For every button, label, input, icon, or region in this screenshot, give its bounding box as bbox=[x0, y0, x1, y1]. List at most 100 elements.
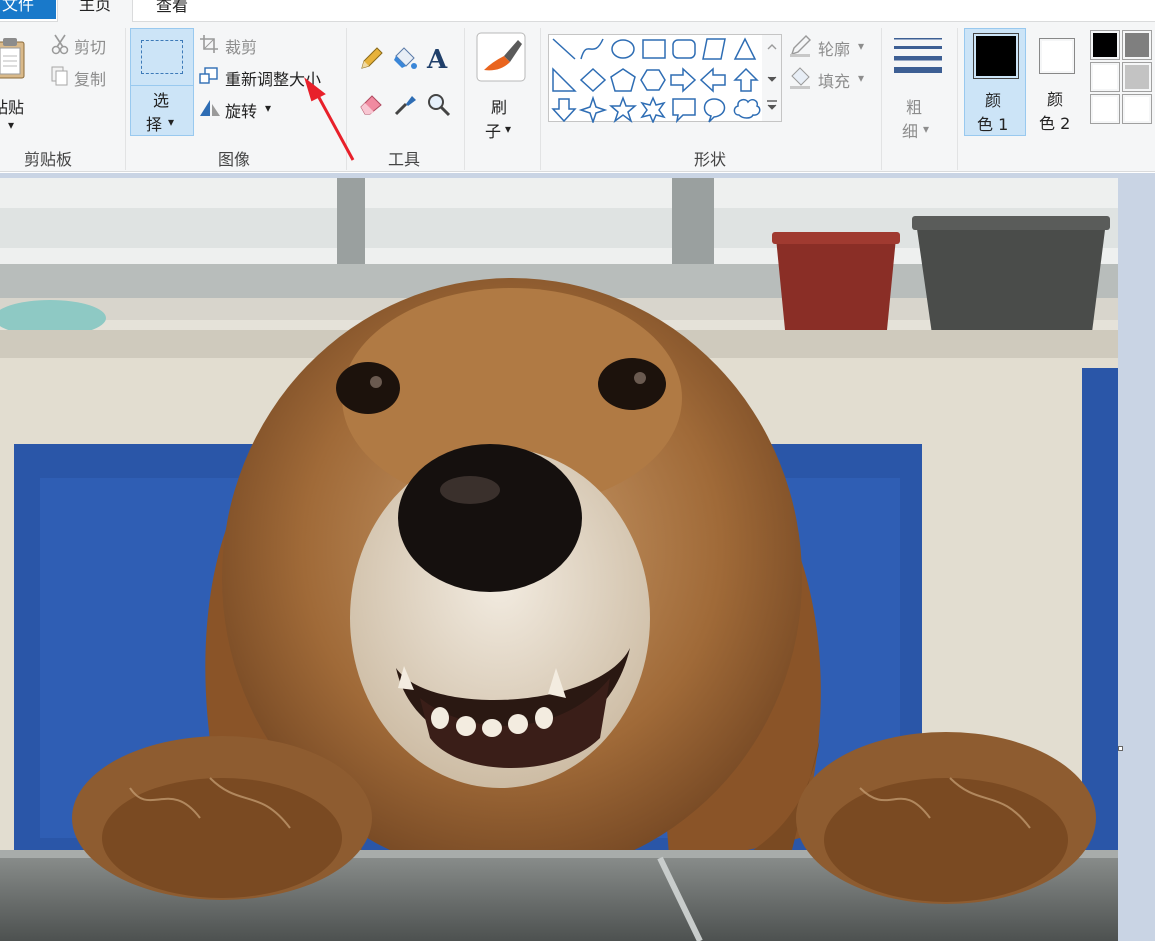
crop-label: 裁剪 bbox=[225, 38, 258, 57]
color2-button[interactable]: 颜 色 2 bbox=[1030, 28, 1086, 136]
color-palette bbox=[1088, 28, 1155, 128]
pencil-icon[interactable] bbox=[358, 46, 384, 72]
fill-button[interactable]: 填充 ▾ bbox=[788, 66, 878, 91]
palette-swatch[interactable] bbox=[1090, 62, 1120, 92]
separator bbox=[540, 28, 541, 170]
outline-icon bbox=[790, 35, 811, 57]
eraser-icon[interactable] bbox=[358, 92, 384, 116]
oval-callout-icon[interactable] bbox=[703, 98, 726, 123]
oval-shape-icon[interactable] bbox=[611, 39, 635, 59]
copy-button[interactable]: 复制 bbox=[50, 64, 120, 89]
four-point-star-icon[interactable] bbox=[578, 95, 608, 123]
resize-button[interactable]: 重新调整大小 bbox=[198, 64, 338, 89]
palette-swatch[interactable] bbox=[1090, 30, 1120, 60]
polygon-shape-icon[interactable] bbox=[702, 38, 726, 60]
rounded-rectangle-shape-icon[interactable] bbox=[672, 39, 696, 59]
palette-swatch[interactable] bbox=[1122, 94, 1152, 124]
ribbon: 粘贴 ▾ 剪切 复制 剪贴板 选 择 ▾ 裁剪 重新调整大小 旋转 ▾ 图像 A… bbox=[0, 22, 1155, 172]
separator bbox=[881, 28, 882, 170]
color1-fill bbox=[976, 36, 1016, 76]
line-shape-icon[interactable] bbox=[552, 38, 576, 60]
canvas-image[interactable] bbox=[0, 178, 1118, 941]
line-width-icon bbox=[894, 38, 942, 73]
color1-label-line2: 色 1 bbox=[977, 115, 1009, 134]
image-group-label: 图像 bbox=[217, 150, 250, 169]
cut-label: 剪切 bbox=[74, 38, 107, 57]
rectangle-shape-icon[interactable] bbox=[642, 39, 666, 59]
fill-dropdown-arrow: ▾ bbox=[858, 71, 865, 85]
separator bbox=[957, 28, 958, 170]
shapes-scroll-arrows bbox=[767, 44, 777, 110]
rotate-label: 旋转 bbox=[225, 102, 258, 121]
shapes-group-label: 形状 bbox=[693, 150, 726, 169]
shapes-grid bbox=[551, 37, 761, 123]
scroll-down-icon[interactable] bbox=[767, 76, 777, 82]
rotate-dropdown-arrow: ▾ bbox=[265, 101, 272, 115]
text-icon[interactable]: A bbox=[425, 44, 451, 72]
select-button[interactable]: 选 择 ▾ bbox=[130, 28, 194, 136]
select-label-line2: 择 bbox=[146, 115, 163, 134]
arrow-down-shape-icon[interactable] bbox=[551, 98, 577, 123]
color1-button[interactable]: 颜 色 1 bbox=[964, 28, 1026, 136]
separator bbox=[125, 28, 126, 170]
paste-label: 粘贴 bbox=[0, 98, 25, 117]
select-label-line1: 选 bbox=[153, 91, 170, 110]
rect-callout-icon[interactable] bbox=[672, 98, 696, 123]
size-button[interactable]: 粗 细 ▾ bbox=[888, 30, 948, 141]
brush-icon bbox=[476, 32, 526, 82]
color2-swatch bbox=[1039, 38, 1075, 74]
palette-swatch[interactable] bbox=[1122, 62, 1152, 92]
separator bbox=[464, 28, 465, 170]
palette-swatch[interactable] bbox=[1122, 30, 1152, 60]
fill-label: 填充 bbox=[818, 72, 851, 91]
fill-bucket-icon[interactable] bbox=[390, 46, 418, 72]
cut-button[interactable]: 剪切 bbox=[50, 32, 120, 57]
rotate-button[interactable]: 旋转 ▾ bbox=[198, 96, 288, 121]
arrow-up-shape-icon[interactable] bbox=[733, 67, 759, 92]
arrow-left-shape-icon[interactable] bbox=[699, 67, 726, 93]
paste-dropdown-arrow: ▾ bbox=[8, 118, 15, 132]
scroll-up-icon[interactable] bbox=[767, 44, 777, 50]
shapes-scrollbar[interactable] bbox=[762, 34, 782, 122]
triangle-shape-icon[interactable] bbox=[733, 37, 757, 60]
magnifier-icon[interactable] bbox=[426, 92, 452, 118]
tab-home[interactable]: 主页 bbox=[57, 0, 133, 23]
separator bbox=[346, 28, 347, 170]
curve-shape-icon[interactable] bbox=[580, 38, 604, 60]
resize-label: 重新调整大小 bbox=[225, 70, 322, 89]
resize-icon bbox=[199, 67, 218, 84]
shapes-gallery[interactable] bbox=[548, 34, 780, 123]
color-picker-icon[interactable] bbox=[392, 92, 418, 118]
select-dropdown-arrow: ▾ bbox=[168, 115, 175, 129]
copy-label: 复制 bbox=[74, 70, 107, 89]
pentagon-shape-icon[interactable] bbox=[610, 68, 636, 92]
canvas-resize-handle[interactable] bbox=[1118, 746, 1123, 751]
diamond-shape-icon[interactable] bbox=[579, 67, 607, 93]
palette-swatch[interactable] bbox=[1090, 94, 1120, 124]
cloud-callout-icon[interactable] bbox=[733, 98, 761, 119]
brushes-label-line2: 子 bbox=[485, 122, 502, 141]
six-point-star-icon[interactable] bbox=[640, 96, 666, 123]
outline-button[interactable]: 轮廓 ▾ bbox=[788, 34, 878, 59]
five-point-star-icon[interactable] bbox=[608, 95, 638, 123]
right-triangle-shape-icon[interactable] bbox=[552, 67, 577, 92]
fill-icon bbox=[790, 67, 810, 89]
ribbon-tabs: 文件 主页 查看 bbox=[0, 0, 1155, 23]
color2-label-line2: 色 2 bbox=[1039, 114, 1071, 133]
brushes-dropdown-arrow: ▾ bbox=[505, 122, 512, 136]
brushes-button[interactable]: 刷 子 ▾ bbox=[472, 30, 530, 141]
size-dropdown-arrow: ▾ bbox=[923, 122, 930, 136]
paste-button[interactable]: 粘贴 ▾ bbox=[0, 30, 40, 140]
tab-file[interactable]: 文件 bbox=[0, 0, 56, 19]
clipboard-group-label: 剪贴板 bbox=[23, 150, 72, 169]
hexagon-shape-icon[interactable] bbox=[640, 69, 666, 91]
crop-button[interactable]: 裁剪 bbox=[198, 32, 288, 57]
arrow-right-shape-icon[interactable] bbox=[670, 67, 697, 93]
select-button-divider bbox=[131, 85, 193, 86]
tab-view[interactable]: 查看 bbox=[150, 0, 194, 22]
shapes-expand-icon[interactable] bbox=[767, 104, 777, 110]
color2-fill bbox=[1042, 41, 1072, 71]
text-tool-glyph: A bbox=[426, 45, 448, 72]
canvas-area[interactable] bbox=[0, 173, 1155, 941]
brushes-label-line1: 刷 bbox=[491, 98, 508, 117]
